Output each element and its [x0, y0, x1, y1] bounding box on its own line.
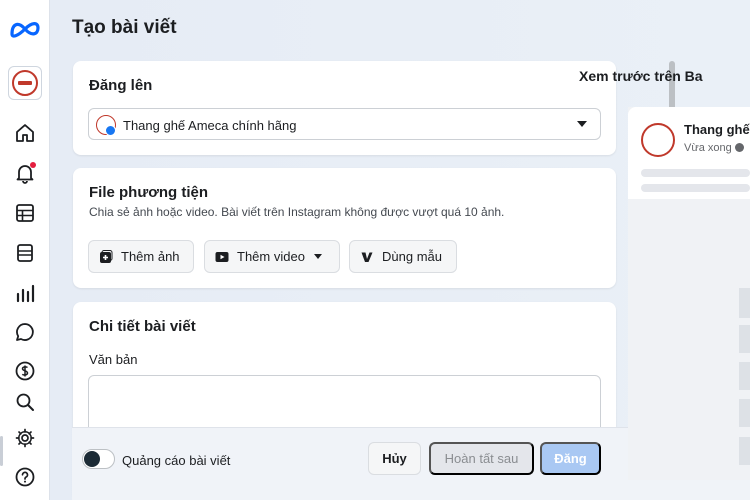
media-title: File phương tiện	[89, 184, 209, 201]
use-template-button[interactable]: Dùng mẫu	[349, 240, 457, 273]
preview-avatar	[641, 123, 675, 157]
chevron-down-icon	[313, 254, 322, 259]
notification-dot	[30, 162, 36, 168]
insights-bar-chart-icon[interactable]	[14, 282, 36, 304]
preview-placeholder-block	[739, 437, 750, 465]
page-avatar[interactable]	[8, 66, 42, 100]
add-photo-icon	[100, 249, 113, 263]
preview-placeholder-block	[739, 288, 750, 318]
boost-post-toggle[interactable]	[82, 449, 115, 469]
page-title: Tạo bài viết	[72, 17, 177, 38]
cancel-button[interactable]: Hủy	[368, 442, 421, 475]
preview-page-name: Thang ghế	[684, 122, 750, 137]
rail-resize-handle[interactable]	[0, 436, 3, 466]
add-photo-button[interactable]: Thêm ảnh	[88, 240, 194, 273]
add-video-label: Thêm video	[237, 249, 305, 264]
media-subtitle: Chia sẻ ảnh hoặc video. Bài viết trên In…	[89, 205, 505, 219]
preview-timestamp: Vừa xong	[684, 142, 744, 154]
preview-placeholder-line	[641, 169, 750, 177]
meta-logo-icon[interactable]	[9, 18, 41, 40]
preview-placeholder-block	[739, 362, 750, 390]
home-icon[interactable]	[14, 122, 36, 144]
toggle-knob	[84, 451, 100, 467]
selected-page-name: Thang ghế Ameca chính hãng	[123, 118, 297, 133]
finish-later-button[interactable]: Hoàn tất sau	[429, 442, 534, 475]
add-video-button[interactable]: Thêm video	[204, 240, 340, 273]
boost-post-label: Quảng cáo bài viết	[122, 453, 231, 468]
settings-gear-icon[interactable]	[14, 427, 36, 449]
left-nav-rail	[0, 0, 50, 500]
preview-panel: Thang ghế Vừa xong	[628, 107, 750, 480]
add-photo-label: Thêm ảnh	[121, 249, 180, 264]
messages-chat-icon[interactable]	[14, 321, 36, 343]
media-card: File phương tiện Chia sẻ ảnh hoặc video.…	[73, 168, 616, 288]
preview-placeholder-block	[739, 325, 750, 353]
preview-placeholder-line	[641, 184, 750, 192]
search-icon[interactable]	[14, 391, 36, 413]
post-to-title: Đăng lên	[89, 77, 153, 94]
preview-placeholder-block	[739, 399, 750, 427]
post-details-title: Chi tiết bài viết	[89, 318, 196, 335]
planner-grid-icon[interactable]	[14, 202, 36, 224]
monetization-dollar-icon[interactable]	[14, 360, 36, 382]
dropdown-caret-icon	[577, 121, 587, 127]
publish-button[interactable]: Đăng	[540, 442, 601, 475]
notifications-bell-icon[interactable]	[14, 162, 36, 184]
use-template-label: Dùng mẫu	[382, 249, 442, 264]
preview-title: Xem trước trên Ba	[579, 68, 703, 84]
content-library-icon[interactable]	[14, 242, 36, 264]
facebook-badge-icon	[105, 125, 116, 136]
globe-icon	[734, 143, 744, 152]
post-to-card: Đăng lên Thang ghế Ameca chính hãng	[73, 61, 616, 155]
help-question-icon[interactable]	[14, 466, 36, 488]
video-icon	[215, 251, 229, 262]
text-field-label: Văn bản	[89, 352, 138, 367]
template-v-icon	[361, 252, 373, 262]
page-selector[interactable]: Thang ghế Ameca chính hãng	[88, 108, 601, 140]
preview-post: Thang ghế Vừa xong	[628, 107, 750, 199]
